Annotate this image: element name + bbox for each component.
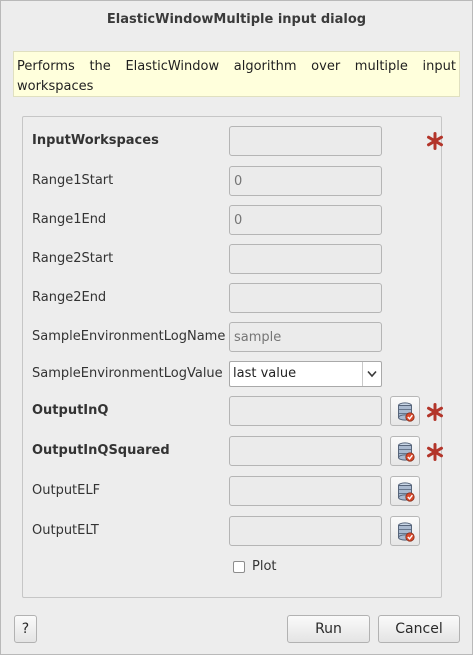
row-input-workspaces: InputWorkspaces — [1, 126, 473, 156]
output-inq-squared-label: OutputInQSquared — [32, 443, 170, 458]
range2-start-label: Range2Start — [32, 251, 114, 266]
window-title: ElasticWindowMultiple input dialog — [106, 12, 367, 27]
workspace-browse-icon — [398, 522, 415, 542]
mandatory-asterisk-icon — [427, 443, 443, 461]
output-elt-browse-button[interactable] — [390, 516, 420, 546]
plot-checkbox[interactable] — [233, 561, 245, 573]
input-workspaces-field[interactable] — [229, 126, 382, 156]
output-inq-field[interactable] — [229, 396, 382, 426]
range1-end-label: Range1End — [32, 212, 107, 227]
row-range1-end: Range1End — [1, 205, 473, 235]
chevron-down-icon[interactable] — [362, 362, 381, 386]
range1-start-label: Range1Start — [32, 173, 114, 188]
sample-env-log-name-field[interactable] — [229, 322, 382, 352]
sample-env-log-value-label: SampleEnvironmentLogValue — [32, 366, 223, 381]
range2-end-label: Range2End — [32, 290, 107, 305]
range1-end-field[interactable] — [229, 205, 382, 235]
output-inq-squared-field[interactable] — [229, 436, 382, 466]
mandatory-asterisk-icon — [427, 403, 443, 421]
input-workspaces-label: InputWorkspaces — [32, 133, 159, 148]
row-range2-end: Range2End — [1, 283, 473, 313]
output-elf-label: OutputELF — [32, 483, 101, 498]
range2-end-field[interactable] — [229, 283, 382, 313]
output-elf-field[interactable] — [229, 476, 382, 506]
row-output-inq-squared: OutputInQSquared — [1, 436, 473, 466]
sample-env-log-value-select[interactable]: last value — [229, 361, 382, 387]
workspace-browse-icon — [398, 402, 415, 422]
dialog-window: ElasticWindowMultiple input dialog Perfo… — [0, 0, 473, 655]
workspace-browse-icon — [398, 482, 415, 502]
output-inq-squared-browse-button[interactable] — [390, 436, 420, 466]
sample-env-log-name-label: SampleEnvironmentLogName — [32, 329, 226, 344]
row-output-inq: OutputInQ — [1, 396, 473, 426]
workspace-browse-icon — [398, 442, 415, 462]
mandatory-asterisk-icon — [427, 132, 443, 150]
sample-env-log-value-selected: last value — [233, 366, 297, 381]
plot-label: Plot — [252, 559, 277, 574]
row-sample-env-log-value: SampleEnvironmentLogValue last value — [1, 359, 473, 389]
output-inq-label: OutputInQ — [32, 403, 109, 418]
row-sample-env-log-name: SampleEnvironmentLogName — [1, 322, 473, 352]
run-button[interactable]: Run — [287, 615, 370, 643]
row-output-elt: OutputELT — [1, 516, 473, 546]
output-elt-field[interactable] — [229, 516, 382, 546]
row-range2-start: Range2Start — [1, 244, 473, 274]
row-range1-start: Range1Start — [1, 166, 473, 196]
range2-start-field[interactable] — [229, 244, 382, 274]
cancel-button[interactable]: Cancel — [378, 615, 460, 643]
algorithm-description: Performs the ElasticWindow algorithm ove… — [13, 51, 460, 97]
range1-start-field[interactable] — [229, 166, 382, 196]
output-inq-browse-button[interactable] — [390, 396, 420, 426]
output-elf-browse-button[interactable] — [390, 476, 420, 506]
output-elt-label: OutputELT — [32, 523, 99, 538]
row-output-elf: OutputELF — [1, 476, 473, 506]
help-button[interactable]: ? — [14, 615, 37, 643]
